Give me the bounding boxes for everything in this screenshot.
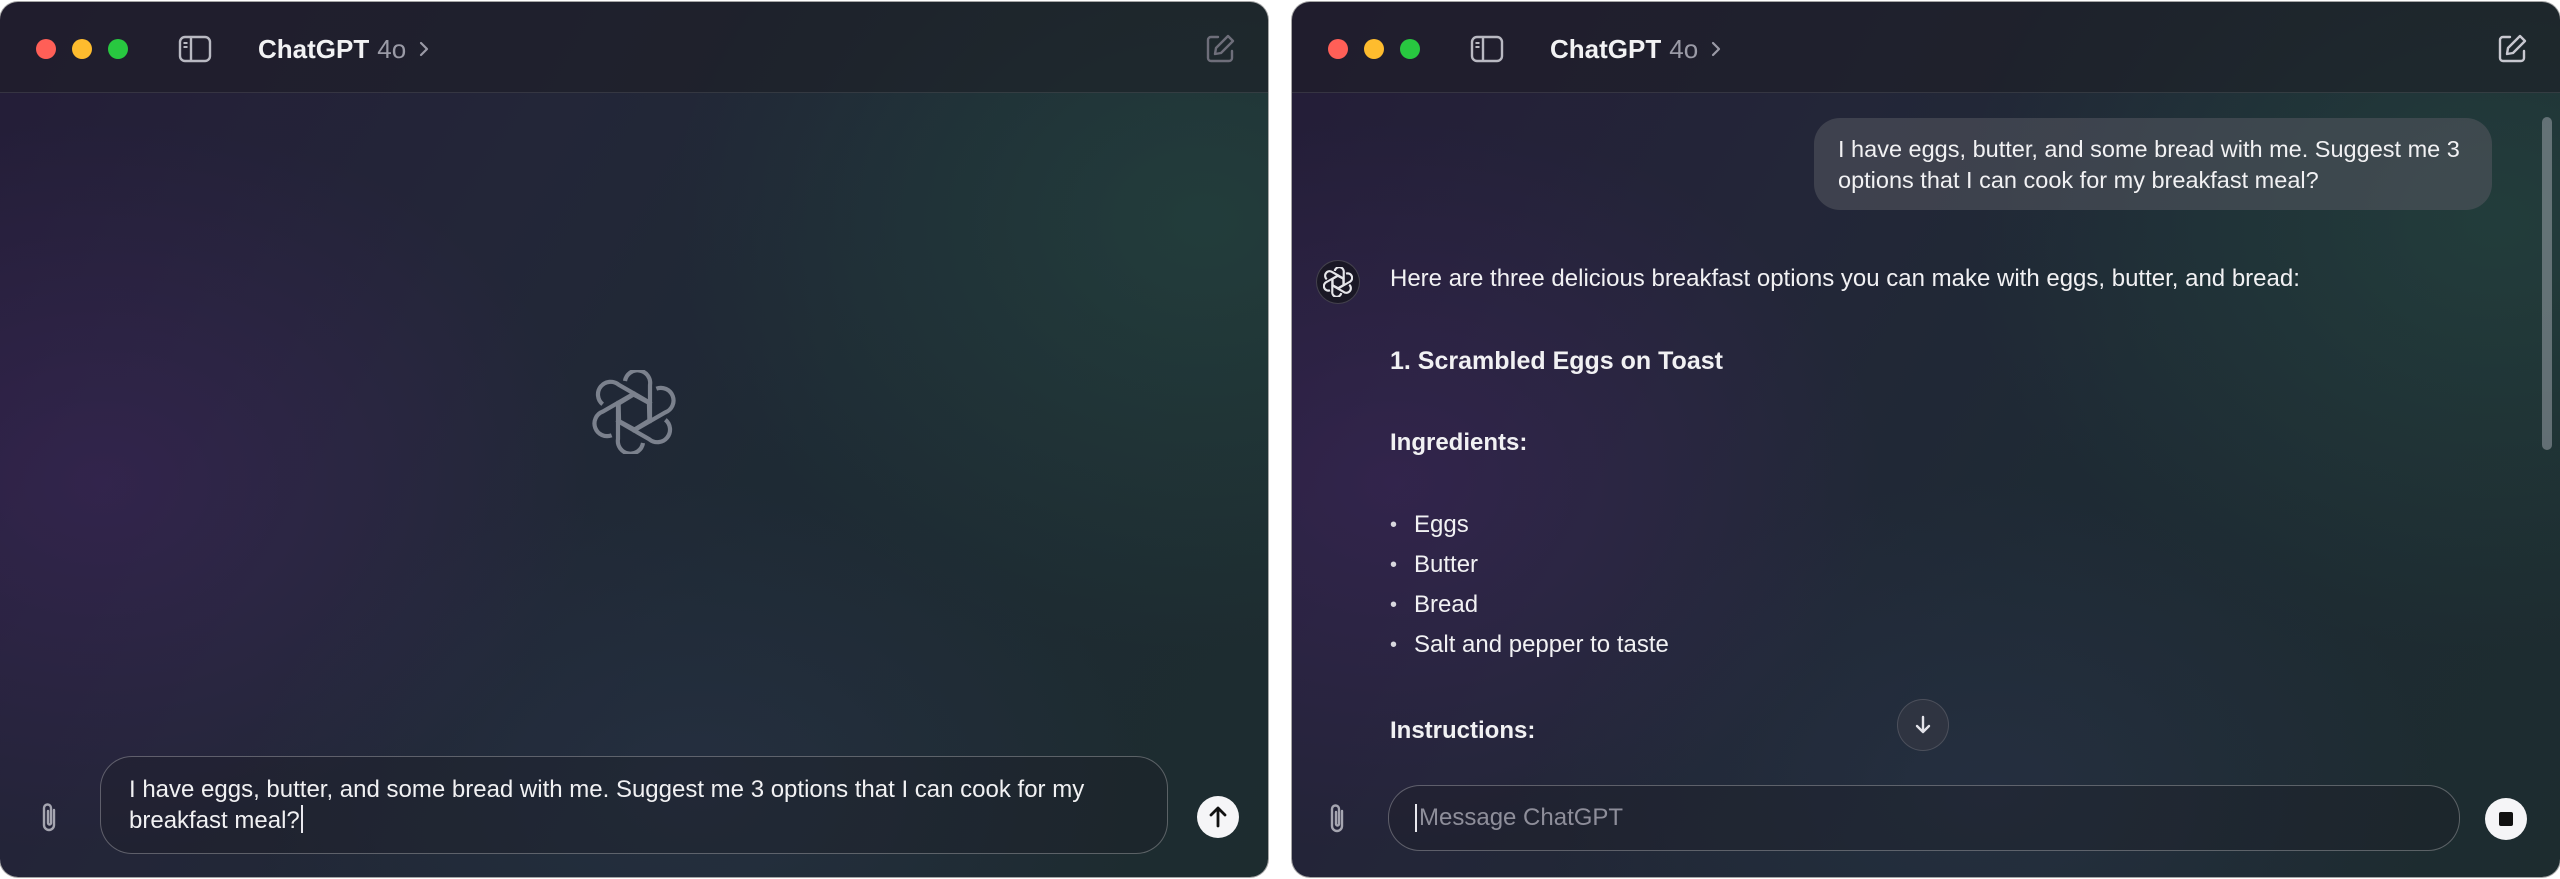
list-item: Salt and pepper to taste — [1390, 630, 1669, 670]
answer-intro: Here are three delicious breakfast optio… — [1390, 265, 2300, 292]
sidebar-toggle-icon[interactable] — [178, 35, 212, 63]
zoom-button[interactable] — [108, 39, 128, 59]
model-selector[interactable]: ChatGPT 4o — [258, 32, 432, 66]
assistant-avatar — [1316, 260, 1360, 304]
model-name: 4o — [377, 33, 407, 64]
list-item: Eggs — [1390, 510, 1669, 550]
text-caret — [300, 805, 303, 833]
arrow-up-icon — [1209, 806, 1227, 828]
openai-logo-icon — [1323, 267, 1353, 297]
list-item: Bread — [1390, 590, 1669, 630]
send-button[interactable] — [1197, 796, 1239, 838]
paperclip-icon[interactable] — [1326, 802, 1348, 836]
sidebar-toggle-icon[interactable] — [1470, 35, 1504, 63]
scroll-to-bottom-button[interactable] — [1897, 699, 1949, 751]
title-bar: ChatGPT 4o — [1292, 2, 2560, 93]
user-message-bubble: I have eggs, butter, and some bread with… — [1814, 118, 2492, 210]
chevron-right-icon — [420, 41, 429, 57]
minimize-button[interactable] — [1364, 39, 1384, 59]
paperclip-icon[interactable] — [38, 801, 60, 835]
title-bar: ChatGPT 4o — [0, 2, 1268, 93]
message-input[interactable]: Message ChatGPT — [1388, 785, 2460, 851]
instructions-label: Instructions: — [1390, 717, 1536, 744]
model-selector[interactable]: ChatGPT 4o — [1550, 32, 1724, 66]
answer-heading: 1. Scrambled Eggs on Toast — [1390, 347, 1723, 375]
app-title: ChatGPT — [258, 33, 370, 64]
chat-window-new: ChatGPT 4o I have eggs, butter, and some… — [0, 2, 1268, 877]
openai-logo-icon — [592, 370, 676, 454]
stop-icon — [2499, 812, 2513, 826]
close-button[interactable] — [36, 39, 56, 59]
minimize-button[interactable] — [72, 39, 92, 59]
compose-icon[interactable] — [1204, 33, 1236, 65]
message-input-text: I have eggs, butter, and some bread with… — [129, 776, 1085, 834]
chat-window-conversation: ChatGPT 4o I have eggs, butter, and some… — [1292, 2, 2560, 877]
text-caret — [1415, 804, 1417, 832]
app-title: ChatGPT — [1550, 33, 1662, 64]
message-input[interactable]: I have eggs, butter, and some bread with… — [100, 756, 1168, 854]
close-button[interactable] — [1328, 39, 1348, 59]
compose-icon[interactable] — [2496, 33, 2528, 65]
zoom-button[interactable] — [1400, 39, 1420, 59]
chevron-right-icon — [1712, 41, 1721, 57]
scrollbar-thumb[interactable] — [2542, 117, 2552, 450]
arrow-down-icon — [1915, 715, 1931, 734]
stop-generating-button[interactable] — [2485, 798, 2527, 840]
ingredients-list: Eggs Butter Bread Salt and pepper to tas… — [1390, 510, 1669, 670]
message-input-placeholder: Message ChatGPT — [1419, 804, 1624, 831]
ingredients-label: Ingredients: — [1390, 429, 1528, 456]
list-item: Butter — [1390, 550, 1669, 590]
user-message-text: I have eggs, butter, and some bread with… — [1838, 136, 2460, 193]
model-name: 4o — [1669, 33, 1699, 64]
